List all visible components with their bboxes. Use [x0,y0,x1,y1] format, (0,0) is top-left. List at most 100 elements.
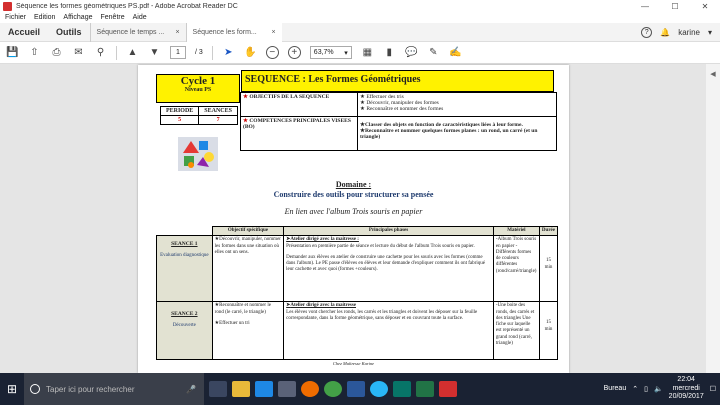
word-icon[interactable] [347,381,365,397]
objectifs-label: OBJECTIFS DE LA SEQUENCE [249,94,330,100]
cycle-box: Cycle 1 Niveau PS [156,74,240,103]
zoom-out-icon[interactable]: − [265,46,279,59]
duree-cell: 15 min [538,235,559,303]
close-button[interactable]: ✕ [690,0,720,12]
comment-icon[interactable]: 💬 [405,46,418,59]
bureau-label[interactable]: Bureau [604,385,627,392]
page-view-icon[interactable]: ▦ [361,46,374,59]
duree-cell: 15 min [538,301,559,361]
taskbar-search[interactable]: Taper ici pour rechercher 🎤 [24,373,204,405]
minimize-button[interactable]: — [630,0,660,12]
notifications-icon[interactable]: ☐ [710,385,716,393]
file-explorer-icon[interactable] [232,381,250,397]
system-tray: Bureau ⌃ ▯ 🔈 22:04 mercredi 20/09/2017 ☐ [604,376,720,401]
publisher-icon[interactable] [393,381,411,397]
phase-text: Les élèves vont chercher les ronds, les … [286,309,478,321]
zoom-value: 63,7% [313,49,334,56]
scroll-mode-icon[interactable]: ▮ [383,46,396,59]
firefox-icon[interactable] [301,381,319,397]
phases-cell: ➤Atelier dirigé avec la maitresse : Prés… [283,235,494,303]
zoom-in-icon[interactable]: + [287,46,301,59]
clock[interactable]: 22:04 mercredi 20/09/2017 [669,376,704,401]
objectif-cell: ★Découvrir, manipuler, nommer les formes… [211,235,285,303]
volume-icon[interactable]: 🔈 [654,385,663,393]
microphone-icon[interactable]: 🎤 [186,385,196,394]
tab-label: Séquence le temps ... [96,28,165,36]
taskbar: ⊞ Taper ici pour rechercher 🎤 Bureau ⌃ ▯… [0,373,720,405]
help-icon[interactable]: ? [641,26,653,38]
periode-value: 5 [159,115,200,125]
acrobat-icon [3,1,12,11]
chevron-up-icon[interactable]: ⌃ [632,385,638,393]
nav-tools[interactable]: Outils [48,27,90,37]
separator [116,45,117,60]
bell-icon[interactable]: 🔔 [660,28,670,37]
windows-start-icon[interactable]: ⊞ [0,373,24,405]
menu-affichage[interactable]: Affichage [63,14,92,21]
mail-icon[interactable]: ✉ [72,46,85,59]
pen-icon[interactable]: ✎ [427,46,440,59]
sign-icon[interactable]: ✍ [449,46,462,59]
next-page-icon[interactable]: ▼ [148,46,161,59]
menu-edition[interactable]: Edition [34,14,55,21]
select-cursor-icon[interactable]: ➤ [222,46,235,59]
nav-bar: Accueil Outils Séquence le temps ... × S… [0,22,720,42]
page-number-input[interactable]: 1 [170,46,186,59]
task-view-icon[interactable] [209,381,227,397]
seance-type: Découverte [172,323,196,329]
search-icon[interactable]: ⚲ [94,46,107,59]
pdf-page: Cycle 1 Niveau PS SEQUENCE : Les Formes … [138,65,569,373]
seances-value: 7 [198,115,238,125]
competences-list: ★Classer des objets en fonction de carac… [357,116,557,151]
acrobat-taskbar-icon[interactable] [439,381,457,397]
menu-aide[interactable]: Aide [133,14,147,21]
header-empty [156,226,213,237]
domaine-heading: Domaine : [335,180,372,189]
tab-document-1[interactable]: Séquence le temps ... × [89,22,186,42]
table-row: SEANCE 1 Evaluation diagnostique ★Découv… [156,235,559,303]
tab-document-2[interactable]: Séquence les form... × [185,22,282,42]
album-link-text: En lien avec l'album Trois souris en pap… [284,207,423,216]
save-icon[interactable]: 💾 [6,46,19,59]
menu-bar: Fichier Edition Affichage Fenêtre Aide [0,12,720,23]
ie-icon[interactable] [370,381,388,397]
menu-fenetre[interactable]: Fenêtre [100,14,124,21]
clock-date: 20/09/2017 [668,393,704,401]
document-area[interactable]: Cycle 1 Niveau PS SEQUENCE : Les Formes … [0,64,720,373]
edge-icon[interactable] [255,381,273,397]
clock-time: 22:04 [677,376,695,384]
menu-fichier[interactable]: Fichier [5,14,26,21]
close-icon[interactable]: × [175,29,179,36]
battery-icon[interactable]: ▯ [644,385,648,393]
competence-item: ★Reconnaître et nommer quelques formes p… [360,128,538,140]
phases-cell: ➤Atelier dirigé avec la maitresse Les él… [283,301,494,361]
objectif-item: ★ Reconnaître et nommer des formes [360,106,444,112]
excel-icon[interactable] [416,381,434,397]
hand-tool-icon[interactable]: ✋ [244,46,257,59]
seance-number: SEANCE 1 [171,241,198,248]
previous-page-icon[interactable]: ▲ [126,46,139,59]
shapes-image [178,137,218,171]
domaine-text: Construire des outils pour structurer sa… [273,190,434,199]
header-materiel: Matériel [492,225,540,237]
star-icon: ★ [243,94,248,100]
close-icon[interactable]: × [271,29,275,36]
zoom-select[interactable]: 63,7% ▾ [309,46,352,59]
objectifs-list: ★ Effectuer des tris ★ Découvrir, manipu… [357,92,557,117]
seances-table: Objectif spécifique Principales phases M… [156,225,559,361]
user-name[interactable]: karine [678,28,700,37]
search-circle-icon [30,384,40,394]
upload-icon[interactable]: ⇧ [28,46,41,59]
sequence-title: SEQUENCE : Les Formes Géométriques [241,70,554,92]
right-panel-toggle[interactable]: ◀ [706,64,720,373]
store-icon[interactable] [278,381,296,397]
maximize-button[interactable]: ☐ [660,0,690,12]
nav-home[interactable]: Accueil [0,27,48,37]
chevron-down-icon[interactable]: ▾ [708,28,712,37]
seance-number: SEANCE 2 [171,311,198,318]
chevron-left-icon[interactable]: ◀ [706,70,720,78]
window-title: Séquence les formes géométriques PS.pdf … [16,2,238,10]
chrome-icon[interactable] [324,381,342,397]
print-icon[interactable]: ⎙ [50,46,63,59]
page-total: / 3 [195,49,203,56]
